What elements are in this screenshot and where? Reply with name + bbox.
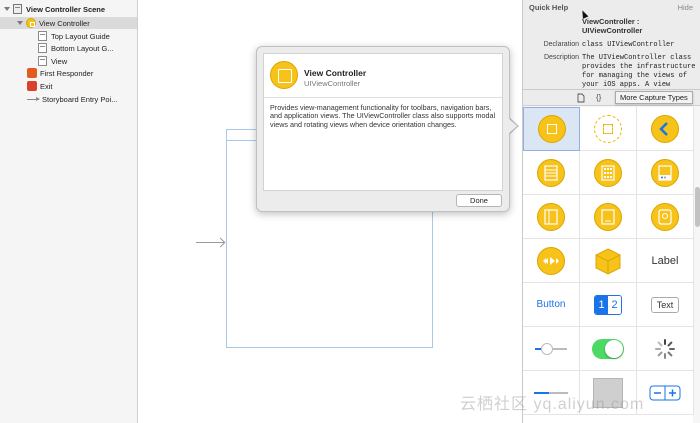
outline-view-label: View [51, 56, 68, 66]
glkit-view-controller-icon [651, 202, 679, 231]
outline-first-responder-row[interactable]: First Responder [27, 67, 136, 79]
button-item-text: Button [536, 299, 566, 310]
entry-point-arrow-icon [27, 96, 40, 101]
outline-exit-label: Exit [40, 81, 53, 91]
library-item-glkit-view-controller[interactable] [637, 195, 694, 239]
disclosure-triangle-icon[interactable] [4, 7, 10, 11]
popover-title: View Controller [304, 68, 367, 78]
layout-guide-icon [38, 43, 47, 53]
object-help-popover: View Controller UIViewController Provide… [256, 46, 510, 212]
outline-top-layout-guide-row[interactable]: Top Layout Guide [38, 30, 136, 42]
file-icon [577, 93, 585, 103]
library-item-text-field[interactable]: Text [637, 283, 694, 327]
first-responder-icon [27, 68, 37, 78]
description-label: Description [543, 54, 579, 61]
popover-content: View Controller UIViewController Provide… [263, 53, 503, 191]
more-capture-types-tooltip: More Capture Types [615, 91, 693, 104]
disclosure-triangle-icon[interactable] [17, 21, 23, 25]
library-scrollbar[interactable] [694, 107, 700, 423]
text-field-item: Text [650, 296, 680, 313]
library-item-split-view-controller[interactable] [523, 195, 580, 239]
popover-arrow-fill [508, 118, 517, 134]
library-item-tab-bar-controller[interactable] [637, 151, 694, 195]
library-item-object[interactable] [580, 239, 637, 283]
outline-scene-label: View Controller Scene [26, 4, 106, 14]
description-value: The UIViewController class provides the … [582, 54, 696, 89]
storyboard-entry-arrow[interactable] [196, 242, 224, 243]
library-item-label[interactable]: Label [637, 239, 694, 283]
storyboard-reference-icon [594, 114, 622, 143]
document-outline: View Controller Scene View Controller To… [0, 0, 138, 423]
view-icon [38, 56, 47, 66]
library-item-table-view-controller[interactable] [523, 151, 580, 195]
utilities-panel: Quick Help Hide ViewController : UIViewC… [522, 0, 700, 423]
outline-entry-point-label: Storyboard Entry Poi... [42, 94, 118, 104]
outline-top-layout-guide-label: Top Layout Guide [51, 31, 110, 41]
outline-bottom-layout-guide-label: Bottom Layout G... [51, 43, 114, 53]
quick-help-title: Quick Help [529, 3, 569, 12]
outline-view-controller-row[interactable]: View Controller [0, 17, 137, 29]
view-controller-icon [270, 61, 298, 89]
library-item-switch[interactable] [580, 327, 637, 371]
popover-description: Provides view-management functionality f… [270, 103, 496, 129]
outline-view-row[interactable]: View [38, 55, 136, 67]
declaration-label: Declaration [543, 41, 579, 48]
library-item-activity-indicator[interactable] [637, 327, 694, 371]
popover-header: View Controller UIViewController [264, 54, 502, 98]
library-item-button[interactable]: Button [523, 283, 580, 327]
outline-bottom-layout-guide-row[interactable]: Bottom Layout G... [38, 42, 136, 54]
outline-view-controller-label: View Controller [39, 18, 90, 28]
switch-icon [592, 338, 624, 359]
library-item-slider[interactable] [523, 327, 580, 371]
code-snippet-tab[interactable]: {} [596, 93, 601, 102]
quick-help-inspector: Quick Help Hide ViewController : UIViewC… [523, 0, 700, 90]
outline-scene-row[interactable]: View Controller Scene [4, 3, 136, 15]
layout-guide-icon [38, 31, 47, 41]
library-item-storyboard-reference[interactable] [580, 107, 637, 151]
declaration-value: class UIViewController [582, 41, 675, 49]
quick-help-symbol-name: ViewController : UIViewController [582, 17, 643, 35]
outline-exit-row[interactable]: Exit [27, 80, 136, 92]
table-view-controller-icon [537, 158, 565, 187]
navigation-controller-icon [651, 114, 679, 143]
scrollbar-thumb[interactable] [695, 187, 700, 227]
exit-icon [27, 81, 37, 91]
object-library-grid: Label Button 1 2 Text [523, 107, 694, 423]
segmented-control-icon: 1 2 [594, 294, 622, 315]
library-item-collection-view-controller[interactable] [580, 151, 637, 195]
library-item-view-controller[interactable] [523, 107, 580, 151]
av-player-icon [537, 246, 565, 275]
library-item-segmented-control[interactable]: 1 2 [580, 283, 637, 327]
tab-bar-controller-icon [651, 158, 679, 187]
outline-first-responder-label: First Responder [40, 68, 94, 78]
library-item-navigation-controller[interactable] [637, 107, 694, 151]
file-template-tab[interactable] [577, 93, 585, 105]
stepper-icon [649, 385, 681, 400]
scene-icon [13, 4, 22, 14]
library-item-stepper[interactable] [637, 371, 694, 415]
library-item-av-player-view-controller[interactable] [523, 239, 580, 283]
object-cube-icon [595, 247, 621, 275]
page-view-controller-icon [594, 202, 622, 231]
quick-help-hide-button[interactable]: Hide [678, 3, 693, 12]
done-button[interactable]: Done [456, 194, 502, 207]
library-item-page-view-controller[interactable] [580, 195, 637, 239]
label-item-text: Label [651, 254, 679, 267]
view-controller-icon [26, 18, 36, 28]
slider-icon [535, 342, 567, 355]
split-view-controller-icon [537, 202, 565, 231]
collection-view-controller-icon [594, 158, 622, 187]
popover-subtitle: UIViewController [304, 79, 361, 88]
watermark-text: 云栖社区 yq.aliyun.com [460, 396, 645, 413]
activity-spinner-icon [655, 338, 675, 359]
view-controller-icon [537, 115, 566, 143]
outline-entry-point-row[interactable]: Storyboard Entry Poi... [27, 93, 136, 105]
library-tab-bar: {} More Capture Types [523, 90, 700, 106]
segment-two: 2 [608, 295, 621, 314]
segment-one: 1 [595, 295, 608, 314]
